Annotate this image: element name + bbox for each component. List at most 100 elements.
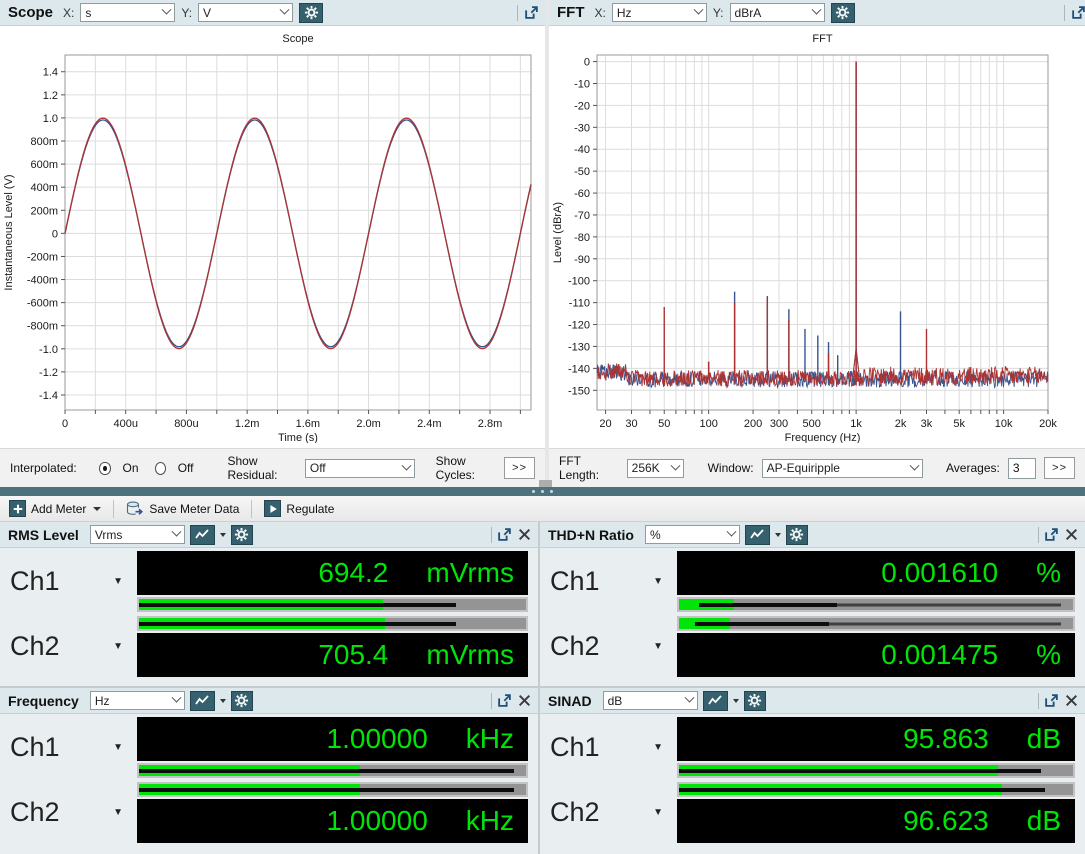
meter-unit-select[interactable]: dB bbox=[602, 691, 698, 710]
chevron-down-icon[interactable] bbox=[219, 698, 226, 703]
fft-panel-header: FFT X: Hz Y: dBrA bbox=[549, 0, 1085, 26]
show-cycles-button[interactable]: >> bbox=[504, 457, 536, 479]
channel-selector[interactable]: Ch1 ▼ bbox=[540, 717, 677, 778]
svg-text:1.2: 1.2 bbox=[43, 90, 58, 102]
show-residual-select[interactable]: Off bbox=[304, 458, 415, 478]
meter-settings-button[interactable] bbox=[743, 690, 766, 711]
meter-settings-button[interactable] bbox=[230, 690, 253, 711]
svg-text:Time (s): Time (s) bbox=[278, 432, 318, 443]
scope-y-unit-select[interactable]: V bbox=[198, 3, 294, 22]
chevron-down-icon[interactable] bbox=[732, 698, 739, 703]
close-icon[interactable] bbox=[517, 693, 532, 708]
apx500-window: Scope X: s Y: V Scope 1.4 1.2 1.0 800m 600m 40… bbox=[0, 0, 1085, 854]
channel-selector[interactable]: Ch2 ▼ bbox=[0, 616, 137, 677]
scope-x-unit-select[interactable]: s bbox=[80, 3, 176, 22]
svg-text:-150: -150 bbox=[568, 385, 590, 397]
svg-text:1.0: 1.0 bbox=[43, 113, 58, 125]
meter-value-display: 96.623 dB bbox=[677, 799, 1075, 843]
window-select[interactable]: AP-Equiripple bbox=[761, 458, 923, 478]
meter-graph-button[interactable] bbox=[744, 524, 770, 545]
svg-text:-60: -60 bbox=[574, 188, 590, 200]
analyzer-panels: Scope X: s Y: V Scope 1.4 1.2 1.0 800m 600m 40… bbox=[0, 0, 1085, 487]
close-icon[interactable] bbox=[1064, 527, 1079, 542]
chevron-down-icon[interactable] bbox=[219, 532, 226, 537]
popout-icon[interactable] bbox=[497, 527, 512, 542]
close-icon[interactable] bbox=[1064, 693, 1079, 708]
channel-selector[interactable]: Ch1 ▼ bbox=[0, 717, 137, 778]
chevron-down-icon bbox=[811, 4, 821, 15]
popout-icon[interactable] bbox=[1044, 527, 1059, 542]
svg-text:Level (dBrA): Level (dBrA) bbox=[552, 202, 564, 263]
chevron-down-icon bbox=[684, 692, 695, 703]
meter-header: THD+N Ratio % bbox=[540, 522, 1085, 548]
meter-body: Ch1 ▼ 694.2 mVrms Ch2 ▼ 705.4 mVrms bbox=[0, 548, 538, 686]
popout-icon[interactable] bbox=[1044, 693, 1059, 708]
fft-settings-button[interactable] bbox=[830, 2, 855, 23]
horizontal-splitter[interactable] bbox=[0, 487, 1085, 496]
meter-graph-button[interactable] bbox=[189, 524, 215, 545]
chevron-down-icon: ▼ bbox=[653, 742, 663, 753]
add-meter-button[interactable]: Add Meter bbox=[4, 498, 106, 519]
meter-bar-peak-line bbox=[139, 768, 515, 773]
svg-text:30: 30 bbox=[625, 418, 637, 430]
meter-unit: % bbox=[1036, 557, 1061, 588]
chevron-down-icon[interactable] bbox=[774, 532, 781, 537]
chevron-down-icon bbox=[161, 4, 172, 15]
fft-panel-title: FFT bbox=[557, 4, 585, 21]
fft-x-unit-select[interactable]: Hz bbox=[611, 3, 707, 22]
fft-length-select[interactable]: 256K bbox=[626, 458, 685, 478]
meter-value-display: 694.2 mVrms bbox=[137, 551, 528, 595]
fft-y-unit-select[interactable]: dBrA bbox=[729, 3, 825, 22]
svg-text:600m: 600m bbox=[30, 159, 58, 171]
meter-settings-button[interactable] bbox=[785, 524, 808, 545]
channel-selector[interactable]: Ch2 ▼ bbox=[540, 782, 677, 843]
meter-unit-select[interactable]: Vrms bbox=[89, 525, 185, 544]
meter-unit: mVrms bbox=[426, 557, 514, 588]
meter-graph-button[interactable] bbox=[702, 690, 728, 711]
channel-selector[interactable]: Ch2 ▼ bbox=[0, 782, 137, 843]
popout-icon[interactable] bbox=[524, 5, 539, 20]
svg-text:0: 0 bbox=[62, 418, 68, 430]
show-cycles-label: Show Cycles: bbox=[435, 454, 476, 482]
scope-settings-button[interactable] bbox=[299, 2, 324, 23]
meter-bar bbox=[137, 597, 528, 612]
popout-icon[interactable] bbox=[497, 693, 512, 708]
gear-icon bbox=[789, 527, 804, 542]
save-data-icon bbox=[126, 501, 144, 517]
channel-selector[interactable]: Ch1 ▼ bbox=[0, 551, 137, 612]
svg-text:Instantaneous Level (V): Instantaneous Level (V) bbox=[3, 174, 15, 290]
splitter-handle[interactable] bbox=[539, 480, 552, 487]
divider bbox=[491, 526, 492, 543]
meter-bar-peak-line bbox=[139, 621, 457, 626]
chevron-down-icon bbox=[909, 460, 920, 471]
channel-selector[interactable]: Ch1 ▼ bbox=[540, 551, 677, 612]
meter-channel-row: Ch2 ▼ 96.623 dB bbox=[540, 782, 1085, 843]
interpolated-off-radio[interactable] bbox=[154, 461, 166, 475]
meter-value: 1.00000 bbox=[326, 723, 428, 754]
svg-text:200m: 200m bbox=[30, 205, 58, 217]
chart-icon bbox=[750, 528, 764, 541]
regulate-button[interactable]: Regulate bbox=[259, 498, 339, 519]
channel-selector[interactable]: Ch2 ▼ bbox=[540, 616, 677, 677]
interpolated-on-radio[interactable] bbox=[99, 461, 111, 475]
meter-settings-button[interactable] bbox=[230, 524, 253, 545]
plus-icon bbox=[9, 500, 26, 517]
averages-input[interactable]: 3 bbox=[1007, 457, 1037, 479]
popout-icon[interactable] bbox=[1071, 5, 1085, 20]
meter-graph-button[interactable] bbox=[189, 690, 215, 711]
meter-unit-select[interactable]: Hz bbox=[89, 691, 185, 710]
svg-text:0: 0 bbox=[52, 228, 58, 240]
meter-panel: SINAD dB Ch1 ▼ 95.863 dB Ch2 ▼ 96.623 dB bbox=[540, 688, 1085, 854]
play-icon bbox=[264, 500, 282, 517]
save-meter-data-button[interactable]: Save Meter Data bbox=[121, 499, 244, 519]
meter-value-display: 0.001610 % bbox=[677, 551, 1075, 595]
meter-unit: % bbox=[1036, 639, 1061, 670]
fft-controls: FFT Length: 256K Window: AP-Equiripple A… bbox=[549, 448, 1085, 487]
svg-text:200: 200 bbox=[744, 418, 762, 430]
close-icon[interactable] bbox=[517, 527, 532, 542]
svg-text:400u: 400u bbox=[113, 418, 137, 430]
fft-expand-button[interactable]: >> bbox=[1044, 457, 1075, 479]
scope-controls: Interpolated: On Off Show Residual: Off … bbox=[0, 448, 545, 487]
svg-text:-130: -130 bbox=[568, 341, 590, 353]
meter-unit-select[interactable]: % bbox=[644, 525, 740, 544]
